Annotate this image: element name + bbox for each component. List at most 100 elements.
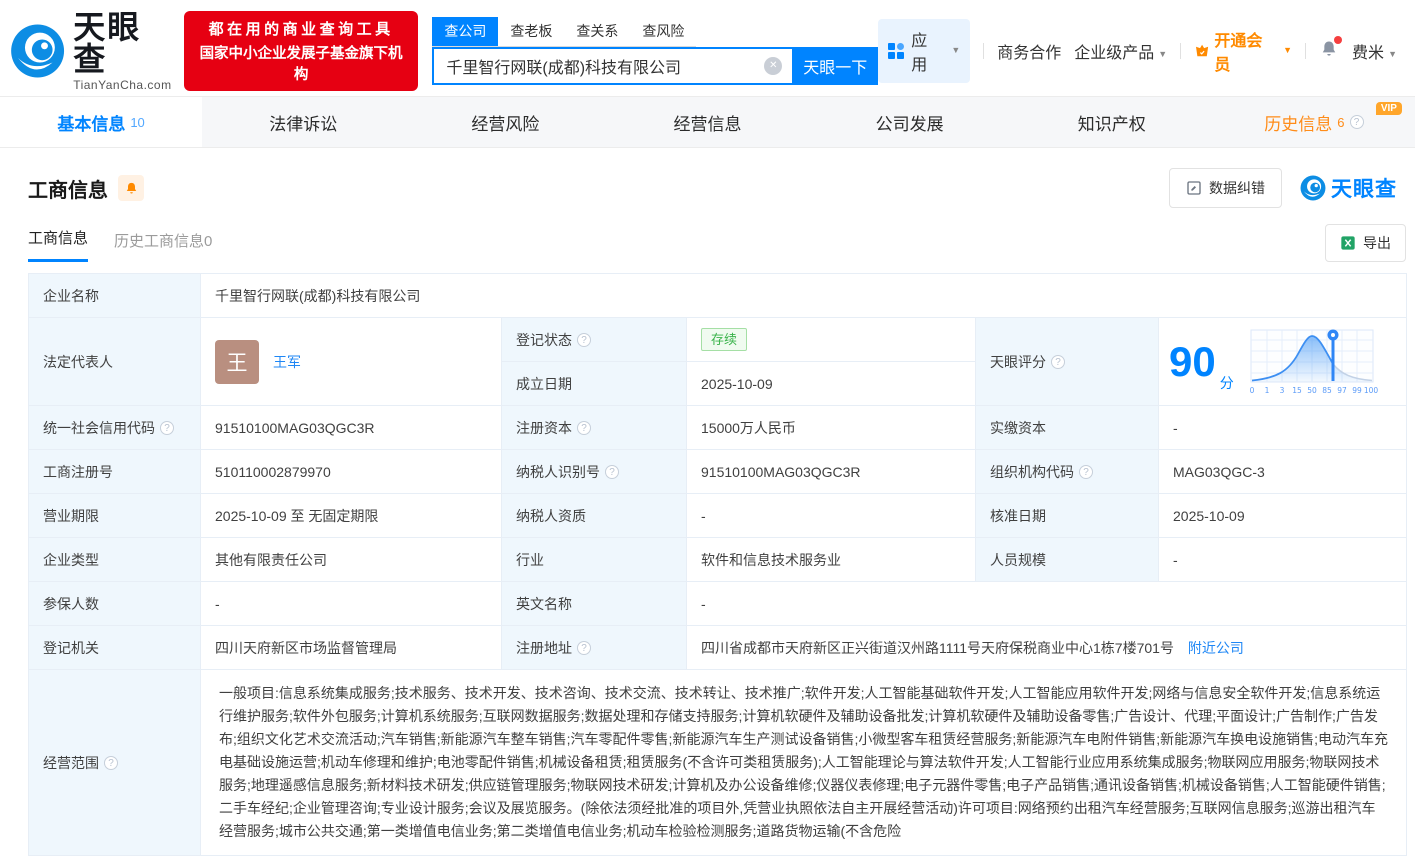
export-label: 导出 — [1363, 233, 1391, 253]
data-correction-button[interactable]: 数据纠错 — [1169, 168, 1282, 208]
label-text: 注册地址 — [516, 638, 572, 658]
table-row: 经营范围 一般项目:信息系统集成服务;技术服务、技术开发、技术咨询、技术交流、技… — [29, 670, 1407, 856]
reg-authority-value: 四川天府新区市场监督管理局 — [201, 626, 502, 670]
chevron-down-icon: ▼ — [951, 45, 960, 55]
slogan-line2: 国家中小企业发展子基金旗下机构 — [194, 42, 409, 84]
question-icon[interactable] — [577, 333, 591, 347]
top-menu: 应用 ▼ 商务合作 企业级产品▼ 开通会员 ▼ 费米▼ — [878, 19, 1397, 83]
table-row: 参保人数 - 英文名称 - — [29, 582, 1407, 626]
reg-number-value: 510110002879970 — [201, 450, 502, 494]
reg-number-label: 工商注册号 — [29, 450, 201, 494]
tab-company-development[interactable]: 公司发展 — [809, 97, 1011, 147]
correction-label: 数据纠错 — [1209, 178, 1265, 198]
apps-grid-icon — [888, 43, 904, 59]
chart-axis-ticks: 0 1 3 15 50 85 97 99 100 — [1249, 386, 1377, 395]
tab-label: 经营风险 — [471, 110, 539, 135]
question-icon[interactable] — [605, 465, 619, 479]
menu-biz-coop[interactable]: 商务合作 — [997, 39, 1061, 63]
brand-name: 天眼查 — [73, 11, 174, 75]
divider — [1180, 43, 1181, 59]
svg-text:15: 15 — [1292, 386, 1302, 395]
bell-icon — [124, 181, 139, 196]
tab-label: 历史信息 — [1264, 110, 1332, 135]
notification-bell-icon[interactable] — [1319, 39, 1339, 64]
section-header: 工商信息 数据纠错 天眼查 — [0, 148, 1415, 208]
approval-date-label: 核准日期 — [976, 494, 1159, 538]
subtab-current-info[interactable]: 工商信息 — [28, 227, 88, 262]
apps-label: 应用 — [911, 27, 940, 75]
subtab-history-info[interactable]: 历史工商信息0 — [114, 230, 212, 262]
tab-history-info[interactable]: VIP 历史信息 6 — [1213, 97, 1415, 147]
search-input[interactable] — [432, 47, 792, 85]
legal-rep-link[interactable]: 王军 — [273, 352, 301, 372]
search-tab-boss[interactable]: 查老板 — [498, 17, 564, 46]
table-row: 企业类型 其他有限责任公司 行业 软件和信息技术服务业 人员规模 - — [29, 538, 1407, 582]
business-term-value: 2025-10-09 至 无固定期限 — [201, 494, 502, 538]
taxpayer-id-value: 91510100MAG03QGC3R — [687, 450, 976, 494]
table-row: 营业期限 2025-10-09 至 无固定期限 纳税人资质 - 核准日期 202… — [29, 494, 1407, 538]
slogan-banner: 都在用的商业查询工具 国家中小企业发展子基金旗下机构 — [184, 11, 419, 91]
question-icon[interactable] — [577, 421, 591, 435]
company-name-value: 千里智行网联(成都)科技有限公司 — [201, 274, 1407, 318]
notification-dot — [1334, 36, 1342, 44]
paid-capital-value: - — [1159, 406, 1407, 450]
table-row: 法定代表人 王 王军 登记状态 存续 天眼评分 90 分 — [29, 318, 1407, 362]
tab-basic-info[interactable]: 基本信息 10 — [0, 97, 202, 147]
status-badge: 存续 — [701, 328, 747, 351]
search-area: 查公司 查老板 查关系 查风险 天眼一下 — [432, 17, 878, 85]
question-icon[interactable] — [1350, 115, 1364, 129]
export-button[interactable]: 导出 — [1325, 224, 1406, 262]
reg-address-value: 四川省成都市天府新区正兴街道汉州路1111号天府保税商业中心1栋7楼701号 — [701, 640, 1174, 656]
tab-label: 公司发展 — [876, 110, 944, 135]
watermark-logo: 天眼查 — [1300, 173, 1397, 203]
org-code-label: 组织机构代码 — [976, 450, 1159, 494]
reg-authority-label: 登记机关 — [29, 626, 201, 670]
vip-badge: VIP — [1376, 102, 1402, 115]
sub-tabs: 工商信息 历史工商信息0 导出 — [0, 208, 1415, 262]
menu-enterprise[interactable]: 企业级产品▼ — [1074, 39, 1167, 63]
question-icon[interactable] — [1051, 355, 1065, 369]
insured-count-label: 参保人数 — [29, 582, 201, 626]
company-name-label: 企业名称 — [29, 274, 201, 318]
search-tab-company[interactable]: 查公司 — [432, 17, 498, 46]
tab-intellectual-property[interactable]: 知识产权 — [1011, 97, 1213, 147]
english-name-label: 英文名称 — [502, 582, 687, 626]
tianyancha-logo[interactable]: 天眼查 TianYanCha.com — [10, 11, 174, 91]
score-label: 天眼评分 — [976, 318, 1159, 406]
industry-value: 软件和信息技术服务业 — [687, 538, 976, 582]
search-tab-relation[interactable]: 查关系 — [564, 17, 630, 46]
watermark-brand: 天眼查 — [1331, 173, 1397, 203]
label-text: 纳税人识别号 — [516, 462, 600, 482]
question-icon[interactable] — [577, 641, 591, 655]
nearby-companies-link[interactable]: 附近公司 — [1188, 640, 1244, 656]
apps-menu[interactable]: 应用 ▼ — [878, 19, 970, 83]
tab-business-info[interactable]: 经营信息 — [606, 97, 808, 147]
approval-date-value: 2025-10-09 — [1159, 494, 1407, 538]
subscribe-bell-button[interactable] — [118, 175, 144, 201]
company-type-label: 企业类型 — [29, 538, 201, 582]
label-text: 组织机构代码 — [990, 462, 1074, 482]
question-icon[interactable] — [104, 756, 118, 770]
label-text: 注册资本 — [516, 418, 572, 438]
username: 费米 — [1352, 45, 1384, 62]
tab-operational-risk[interactable]: 经营风险 — [404, 97, 606, 147]
svg-text:3: 3 — [1279, 386, 1284, 395]
search-tab-risk[interactable]: 查风险 — [630, 17, 696, 46]
user-menu[interactable]: 费米▼ — [1352, 39, 1397, 63]
label-text: 登记状态 — [516, 330, 572, 350]
avatar[interactable]: 王 — [215, 340, 259, 384]
question-icon[interactable] — [160, 421, 174, 435]
reg-address-label: 注册地址 — [502, 626, 687, 670]
menu-vip[interactable]: 开通会员 ▼ — [1194, 27, 1292, 75]
reg-capital-value: 15000万人民币 — [687, 406, 976, 450]
svg-text:1: 1 — [1264, 386, 1269, 395]
svg-text:100: 100 — [1364, 386, 1378, 395]
question-icon[interactable] — [1079, 465, 1093, 479]
establish-date-value: 2025-10-09 — [687, 362, 976, 406]
industry-label: 行业 — [502, 538, 687, 582]
tab-legal-proceedings[interactable]: 法律诉讼 — [202, 97, 404, 147]
search-button[interactable]: 天眼一下 — [792, 47, 878, 85]
staff-size-label: 人员规模 — [976, 538, 1159, 582]
search-tabs: 查公司 查老板 查关系 查风险 — [432, 17, 696, 47]
business-term-label: 营业期限 — [29, 494, 201, 538]
